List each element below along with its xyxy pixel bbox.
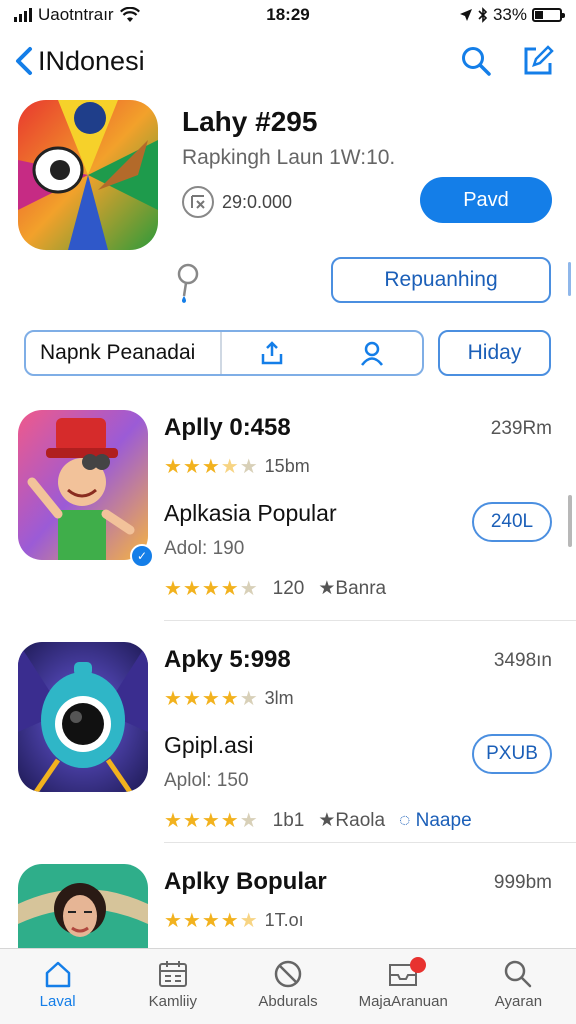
app-rating: ★★★★★ 1T.oı <box>164 908 304 933</box>
nav-bar: INdonesi <box>0 36 576 86</box>
get-button[interactable]: Pavd <box>420 177 552 223</box>
rating-count: 3lm <box>264 688 294 708</box>
calendar-icon <box>158 961 187 987</box>
app-meta: ★★★★★ 120 ★Banra <box>164 576 386 601</box>
search-bar[interactable]: Napnk Peanadai <box>24 330 424 376</box>
app-icon-character <box>18 410 148 560</box>
meta-link-label: Naape <box>415 809 472 831</box>
magnifier-icon[interactable] <box>174 262 202 309</box>
meta-tag: ★Banra <box>318 577 386 600</box>
share-icon[interactable] <box>259 340 285 366</box>
divider <box>164 842 576 843</box>
chat-icon: ◌ <box>399 809 416 831</box>
search-actions <box>222 340 422 366</box>
secondary-action-button[interactable]: Repuanhing <box>331 257 551 303</box>
meta-stars: ★★★★★ <box>164 810 259 832</box>
featured-app-subtitle: Rapkingh Laun 1W:10. <box>182 146 396 169</box>
featured-app-icon[interactable] <box>18 100 158 250</box>
blocked-icon <box>274 960 302 988</box>
app-meta: ★★★★★ 1b1 ★Raola ◌ Naape <box>164 808 472 833</box>
featured-app-stat: 29:0.000 <box>182 186 292 218</box>
home-icon <box>45 961 70 988</box>
featured-app-title: Lahy #295 <box>182 106 318 137</box>
app-get-button[interactable]: 240L <box>472 502 552 542</box>
app-icon-camera <box>18 642 148 792</box>
tab-inbox[interactable]: MajaAranuan <box>346 949 461 1024</box>
scroll-edge-indicator <box>568 262 571 296</box>
tab-label: Laval <box>39 993 76 1010</box>
scroll-indicator[interactable] <box>568 495 572 547</box>
rating-count: 1T.oı <box>264 910 304 930</box>
rating-stars: ★★★★★ <box>164 456 259 478</box>
person-icon[interactable] <box>359 340 385 366</box>
app-icon-portrait <box>18 864 148 948</box>
tab-blocked[interactable]: Abdurals <box>230 949 345 1024</box>
app-rating: ★★★★★ 3lm <box>164 686 294 711</box>
meta-tag-label: Banra <box>335 578 387 599</box>
back-label: INdonesi <box>38 45 145 76</box>
meta-count: 120 <box>272 577 305 599</box>
nav-actions <box>460 45 562 77</box>
app-author: Adol: 190 <box>164 538 245 559</box>
status-bar: Uaotntraır 18:29 33% <box>0 0 576 30</box>
rating-stars: ★★★★★ <box>164 688 259 710</box>
divider <box>164 620 576 621</box>
meta-tag: ★Raola <box>318 809 385 832</box>
tab-label: Kamliiy <box>148 993 197 1010</box>
app-name: Aplky Bopular <box>164 868 327 895</box>
app-name: Apky 5:998 <box>164 646 291 673</box>
app-rating: ★★★★★ 15bm <box>164 454 310 479</box>
battery-icon <box>532 8 565 22</box>
meta-tag-label: Raola <box>335 810 386 831</box>
tab-label: MajaAranuan <box>358 993 448 1010</box>
tab-search[interactable]: Ayaran <box>461 949 576 1024</box>
app-size: 239Rm <box>490 418 552 439</box>
tab-label: Ayaran <box>494 993 543 1010</box>
rating-count: 15bm <box>264 456 310 476</box>
chevron-left-icon <box>16 47 32 75</box>
meta-count: 1b1 <box>272 809 305 831</box>
tab-calendar[interactable]: Kamliiy <box>115 949 230 1024</box>
tab-label: Abdurals <box>258 993 318 1010</box>
star-icon: ★ <box>318 810 336 831</box>
meta-stars: ★★★★★ <box>164 578 259 600</box>
verified-badge-icon: ✓ <box>130 544 154 568</box>
edit-icon[interactable] <box>522 45 554 77</box>
list-item[interactable]: Aplky Bopular 999bm ★★★★★ 1T.oı <box>0 864 576 948</box>
featured-app-stat-value: 29:0.000 <box>222 191 293 212</box>
app-subtitle: Gpipl.asi <box>164 732 254 758</box>
search-input[interactable]: Napnk Peanadai <box>26 332 222 374</box>
list-item[interactable]: ✓ Aplly 0:458 239Rm ★★★★★ 15bm Aplkasia … <box>0 410 576 640</box>
app-get-button[interactable]: PXUB <box>472 734 552 774</box>
back-button[interactable]: INdonesi <box>14 46 145 77</box>
star-icon: ★ <box>318 578 336 599</box>
app-subtitle: Aplkasia Popular <box>164 500 337 526</box>
list-item[interactable]: Apky 5:998 3498ın ★★★★★ 3lm Gpipl.asi Ap… <box>0 642 576 872</box>
search-icon[interactable] <box>460 45 492 77</box>
filter-button[interactable]: Hiday <box>438 330 551 376</box>
status-time: 18:29 <box>266 5 310 24</box>
rating-stars: ★★★★★ <box>164 910 259 932</box>
search-icon <box>505 960 532 988</box>
app-size: 999bm <box>493 872 552 893</box>
tab-bar: Laval Kamliiy Abdurals MajaAranuan Ayara… <box>0 948 576 1024</box>
battery-level <box>535 11 543 19</box>
notification-badge <box>409 957 426 973</box>
age-rating-icon <box>182 186 214 218</box>
app-size: 3498ın <box>493 650 552 671</box>
tab-home[interactable]: Laval <box>0 949 115 1024</box>
app-author: Aplol: 150 <box>164 770 249 791</box>
app-name: Aplly 0:458 <box>164 414 291 441</box>
meta-link[interactable]: ◌ Naape <box>399 810 472 832</box>
